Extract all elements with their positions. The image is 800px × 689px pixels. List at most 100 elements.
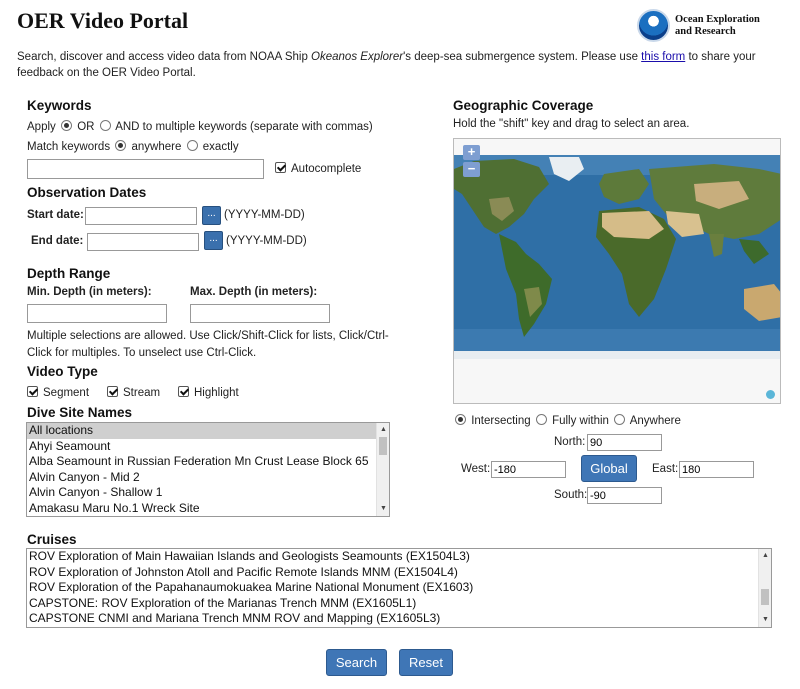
- zoom-out-button[interactable]: −: [463, 162, 480, 177]
- list-item[interactable]: Alvin Canyon - Mid 2: [27, 470, 389, 486]
- start-date-calendar-button[interactable]: ...: [202, 206, 221, 225]
- match-row: Match keywords anywhere exactly: [27, 140, 239, 153]
- page-title: OER Video Portal: [17, 8, 189, 33]
- start-date-label: Start date:: [27, 209, 84, 221]
- list-item[interactable]: Amakasu Maru No.1 Wreck Site: [27, 501, 389, 517]
- feedback-form-link[interactable]: this form: [641, 51, 685, 63]
- coverage-mode-row: Intersecting Fully within Anywhere: [453, 414, 681, 427]
- logo-text-line2: and Research: [675, 26, 736, 37]
- list-item[interactable]: ROV Exploration of the Papahanaumokuakea…: [27, 580, 771, 596]
- apply-row: Apply OR AND to multiple keywords (separ…: [27, 120, 373, 133]
- stream-checkbox[interactable]: [107, 386, 118, 397]
- highlight-checkbox[interactable]: [178, 386, 189, 397]
- min-depth-input[interactable]: [27, 304, 167, 323]
- keyword-input[interactable]: [27, 159, 264, 179]
- scroll-up-icon[interactable]: ▲: [759, 550, 771, 562]
- zoom-in-button[interactable]: +: [463, 145, 480, 160]
- logo-text-line1: Ocean Exploration: [675, 14, 760, 25]
- south-label: South:: [554, 489, 588, 501]
- or-radio[interactable]: [60, 120, 72, 131]
- cruises-heading: Cruises: [27, 532, 77, 547]
- and-radio[interactable]: [99, 120, 111, 131]
- max-depth-input[interactable]: [190, 304, 330, 323]
- noaa-emblem-icon: [637, 9, 670, 42]
- dive-site-scrollbar[interactable]: ▲ ▼: [376, 423, 389, 516]
- south-input[interactable]: [587, 487, 662, 504]
- noaa-logo[interactable]: Ocean Exploration and Research: [637, 9, 777, 45]
- exactly-radio[interactable]: [186, 140, 198, 151]
- dates-heading: Observation Dates: [27, 185, 147, 200]
- dive-sites-heading: Dive Site Names: [27, 405, 133, 420]
- west-input[interactable]: [491, 461, 566, 478]
- selection-help-line2: Click for multiples. To unselect use Ctr…: [27, 347, 257, 359]
- list-item[interactable]: CAPSTONE: ROV Exploration of the Mariana…: [27, 596, 771, 612]
- stream-option[interactable]: Stream: [107, 386, 160, 399]
- start-date-format: (YYYY-MM-DD): [224, 209, 305, 221]
- dive-site-list[interactable]: All locations Ahyi Seamount Alba Seamoun…: [26, 422, 390, 517]
- selection-help-line1: Multiple selections are allowed. Use Cli…: [27, 330, 389, 342]
- fully-within-radio[interactable]: [535, 414, 547, 425]
- video-type-heading: Video Type: [27, 364, 98, 379]
- intro-text-part1: Search, discover and access video data f…: [17, 51, 312, 63]
- keywords-heading: Keywords: [27, 98, 92, 113]
- apply-label: Apply: [27, 121, 56, 133]
- north-label: North:: [554, 436, 586, 448]
- start-date-input[interactable]: [85, 207, 197, 225]
- list-item[interactable]: Ahyi Seamount: [27, 439, 389, 455]
- intro-text-part2: 's deep-sea submergence system. Please u…: [403, 51, 642, 63]
- anywhere-coverage-radio[interactable]: [614, 414, 626, 425]
- and-label: AND to multiple keywords (separate with …: [115, 121, 373, 133]
- selection-help-text: Multiple selections are allowed. Use Cli…: [27, 328, 407, 362]
- autocomplete-label: Autocomplete: [291, 163, 362, 175]
- list-item[interactable]: ROV Exploration of Johnston Atoll and Pa…: [27, 565, 771, 581]
- fully-within-label: Fully within: [552, 415, 609, 427]
- end-date-input[interactable]: [87, 233, 199, 251]
- anywhere-radio[interactable]: [115, 140, 127, 151]
- logo-text: Ocean Exploration and Research: [675, 14, 775, 38]
- autocomplete-row: Autocomplete: [275, 162, 361, 175]
- scroll-up-icon[interactable]: ▲: [377, 424, 389, 436]
- scroll-thumb[interactable]: [379, 437, 387, 455]
- east-input[interactable]: [679, 461, 754, 478]
- world-map[interactable]: + −: [453, 138, 781, 404]
- exactly-label: exactly: [202, 141, 239, 153]
- intersecting-radio[interactable]: [455, 414, 466, 425]
- highlight-label: Highlight: [194, 387, 239, 399]
- end-date-calendar-button[interactable]: ...: [204, 231, 223, 250]
- cruise-scrollbar[interactable]: ▲ ▼: [758, 549, 771, 627]
- segment-option[interactable]: Segment: [27, 386, 89, 399]
- highlight-option[interactable]: Highlight: [178, 386, 239, 399]
- geo-hint: Hold the "shift" key and drag to select …: [453, 118, 690, 130]
- reset-button[interactable]: Reset: [399, 649, 453, 676]
- cruise-list[interactable]: ROV Exploration of Main Hawaiian Islands…: [26, 548, 772, 628]
- search-button[interactable]: Search: [326, 649, 387, 676]
- depth-heading: Depth Range: [27, 266, 111, 281]
- anywhere-coverage-label: Anywhere: [629, 415, 681, 427]
- autocomplete-checkbox[interactable]: [275, 162, 286, 173]
- east-label: East:: [652, 463, 679, 475]
- max-depth-label: Max. Depth (in meters):: [190, 286, 318, 298]
- world-map-image: [454, 139, 780, 403]
- scroll-thumb[interactable]: [761, 589, 769, 605]
- end-date-label: End date:: [31, 235, 84, 247]
- match-label: Match keywords: [27, 141, 111, 153]
- scroll-down-icon[interactable]: ▼: [759, 614, 771, 626]
- global-button[interactable]: Global: [581, 455, 637, 482]
- scroll-down-icon[interactable]: ▼: [377, 503, 389, 515]
- intro-text: Search, discover and access video data f…: [17, 49, 787, 81]
- attribution-icon[interactable]: [766, 390, 775, 399]
- list-item[interactable]: CAPSTONE CNMI and Mariana Trench MNM ROV…: [27, 611, 771, 627]
- anywhere-label: anywhere: [131, 141, 182, 153]
- list-item[interactable]: All locations: [27, 423, 389, 439]
- list-item[interactable]: Alba Seamount in Russian Federation Mn C…: [27, 454, 389, 470]
- or-label: OR: [77, 121, 95, 133]
- min-depth-label: Min. Depth (in meters):: [27, 286, 152, 298]
- stream-label: Stream: [123, 387, 161, 399]
- segment-label: Segment: [43, 387, 90, 399]
- segment-checkbox[interactable]: [27, 386, 38, 397]
- list-item[interactable]: ROV Exploration of Main Hawaiian Islands…: [27, 549, 771, 565]
- geo-heading: Geographic Coverage: [453, 98, 594, 113]
- ship-name: Okeanos Explorer: [311, 51, 404, 63]
- list-item[interactable]: Alvin Canyon - Shallow 1: [27, 485, 389, 501]
- north-input[interactable]: [587, 434, 662, 451]
